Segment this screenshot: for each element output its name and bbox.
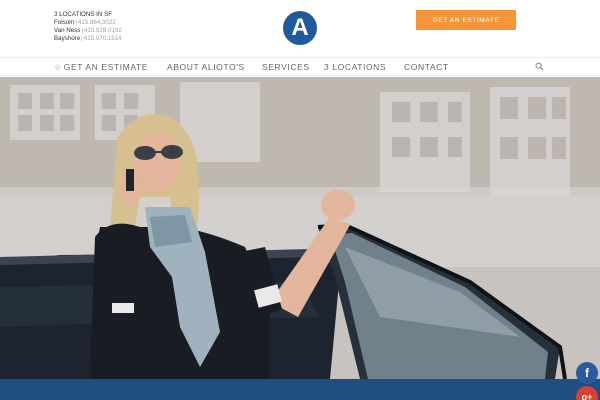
site-logo[interactable]: A [283,11,317,45]
hero-illustration [0,77,600,379]
nav-item-label: GET AN ESTIMATE [63,62,149,72]
star-icon: ☆ [54,63,62,72]
location-folsom: Folsom|415.864.3022 [54,19,122,27]
footer-band [0,379,600,400]
locations-block: 3 LOCATIONS IN SF Folsom|415.864.3022 Va… [54,11,122,43]
nav-item-get-estimate[interactable]: ☆ GET AN ESTIMATE [54,62,148,72]
location-name: Van Ness [54,27,81,34]
hero-image [0,77,600,379]
top-header: 3 LOCATIONS IN SF Folsom|415.864.3022 Va… [0,0,600,57]
location-phone[interactable]: 415.864.3022 [78,19,116,26]
locations-title: 3 LOCATIONS IN SF [54,11,112,18]
location-name: Bayshore [54,35,81,42]
nav-item-locations[interactable]: 3 LOCATIONS [324,62,386,72]
location-bayshore: Bayshore|415.970.1514 [54,35,122,43]
location-phone[interactable]: 415.970.1514 [84,35,122,42]
nav-item-about[interactable]: ABOUT ALIOTO'S [167,62,245,72]
page: 3 LOCATIONS IN SF Folsom|415.864.3022 Va… [0,0,600,400]
nav-item-services[interactable]: SERVICES [262,62,310,72]
location-phone[interactable]: 415.928.0192 [84,27,122,34]
nav-item-contact[interactable]: CONTACT [404,62,449,72]
facebook-icon[interactable]: f [576,362,598,384]
location-name: Folsom [54,19,75,26]
main-nav: ☆ GET AN ESTIMATE ABOUT ALIOTO'S SERVICES… [0,57,600,76]
location-van-ness: Van Ness|415.928.0192 [54,27,122,35]
search-icon[interactable] [535,62,544,71]
get-estimate-button[interactable]: GET AN ESTIMATE [416,10,516,30]
